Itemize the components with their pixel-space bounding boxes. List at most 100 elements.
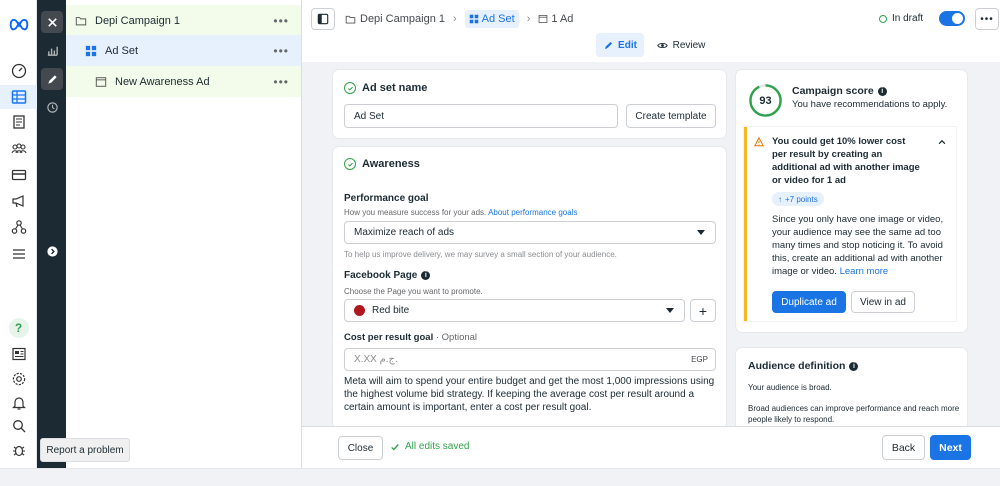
breadcrumb-ad[interactable]: 1 Ad [551, 13, 573, 25]
tree-campaign-label: Depi Campaign 1 [95, 14, 180, 27]
search-icon[interactable] [0, 414, 37, 438]
dropdown-caret-icon [666, 308, 674, 313]
view-in-ad-button[interactable]: View in ad [851, 291, 915, 313]
audiences-icon[interactable] [0, 137, 37, 161]
toggle-tree-button[interactable] [311, 8, 335, 30]
editor-content: Ad set name Ad Set Create template Aware… [302, 62, 1000, 426]
facebook-page-select[interactable]: Red bite [344, 299, 685, 322]
survey-note: To help us improve delivery, we may surv… [344, 250, 617, 259]
tab-review[interactable]: Review [654, 33, 708, 57]
audience-broad-text: Your audience is broad. [748, 383, 832, 392]
page-avatar [354, 305, 365, 316]
adset-name-header: Ad set name [344, 82, 427, 94]
billing-card-icon[interactable] [0, 163, 37, 187]
breadcrumb-adset[interactable]: Ad Set [464, 10, 519, 28]
adset-name-heading: Ad set name [362, 82, 428, 94]
back-button[interactable]: Back [882, 435, 925, 460]
draft-status-label: In draft [892, 13, 924, 24]
breadcrumb-chevron-icon: › [453, 13, 457, 25]
dropdown-caret-icon [697, 230, 705, 235]
points-label: +7 points [785, 194, 818, 204]
adset-name-card: Ad set name Ad Set Create template [333, 70, 726, 138]
pencil-icon [605, 41, 613, 49]
help-glyph: ? [8, 318, 29, 338]
points-arrow-icon: ↑ [778, 194, 782, 204]
tab-edit[interactable]: Edit [596, 33, 644, 57]
cost-goal-header: Cost per result goal · Optional [344, 332, 477, 343]
duplicate-ad-button[interactable]: Duplicate ad [772, 291, 846, 313]
campaign-more-options-icon[interactable]: ••• [273, 14, 289, 28]
save-status-label: All edits saved [405, 441, 470, 452]
publish-toggle[interactable] [939, 11, 965, 26]
create-template-button[interactable]: Create template [626, 104, 716, 128]
plus-icon: + [698, 302, 708, 319]
info-icon[interactable]: i [421, 271, 431, 280]
more-actions-button[interactable]: ••• [975, 8, 999, 30]
learn-more-link[interactable]: Learn more [840, 266, 889, 277]
folder-icon [74, 14, 88, 28]
cost-goal-optional: · Optional [435, 332, 478, 343]
about-performance-goals-link[interactable]: About performance goals [488, 208, 577, 217]
breadcrumb-campaign[interactable]: Depi Campaign 1 [360, 13, 445, 25]
bar-chart-icon [47, 46, 58, 56]
close-button[interactable]: Close [338, 436, 383, 460]
chevron-right-circle-icon [46, 245, 58, 257]
breadcrumb-adset-label: Ad Set [481, 13, 515, 25]
info-icon[interactable]: i [849, 361, 859, 371]
campaign-score-card: 93 Campaign score i You have recommendat… [736, 70, 967, 332]
tree-item-adset[interactable]: Ad Set ••• [66, 35, 301, 66]
draft-status: In draft [879, 13, 923, 24]
meta-logo-icon[interactable] [0, 12, 37, 36]
report-problem-tooltip: Report a problem [40, 438, 130, 462]
tree-item-campaign[interactable]: Depi Campaign 1 ••• [66, 5, 301, 36]
audience-title: Audience definition [748, 360, 846, 372]
add-page-button[interactable]: + [690, 299, 716, 322]
tree-adset-label: Ad Set [105, 44, 139, 57]
menu-hamburger-icon[interactable] [0, 242, 37, 266]
breadcrumb-chevron-icon: › [526, 13, 531, 25]
performance-goal-label: Performance goal [344, 193, 429, 204]
performance-goal-select[interactable]: Maximize reach of ads [344, 221, 716, 244]
audience-definition-card: Audience definition i Your audience is b… [736, 348, 967, 426]
news-icon[interactable] [0, 342, 37, 366]
warning-triangle-icon [754, 137, 764, 147]
recommendation-panel: You could get 10% lower cost per result … [744, 127, 956, 321]
score-title: Campaign score [792, 85, 874, 97]
ad-window-icon [539, 15, 548, 23]
adset-grid-icon [84, 44, 98, 58]
recommendation-body: Since you only have one image or video, … [772, 213, 952, 278]
performance-goal-help: How you measure success for your ads. Ab… [344, 208, 577, 217]
history-button[interactable] [41, 96, 63, 118]
score-subtitle: You have recommendations to apply. [792, 99, 948, 110]
clock-icon [46, 101, 58, 113]
edit-mode-button[interactable] [41, 68, 63, 90]
awareness-card: Awareness Performance goal How you measu… [333, 147, 726, 426]
adset-more-options-icon[interactable]: ••• [273, 44, 289, 58]
business-settings-icon[interactable] [0, 215, 37, 239]
ads-manager-table-icon[interactable] [0, 85, 37, 109]
notifications-bell-icon[interactable] [0, 391, 37, 415]
bug-report-icon[interactable] [0, 438, 37, 462]
pages-icon[interactable] [0, 110, 37, 134]
adset-name-input[interactable]: Ad Set [344, 104, 618, 128]
ad-more-options-icon[interactable]: ••• [273, 75, 289, 89]
cost-goal-label: Cost per result goal [344, 332, 434, 343]
info-icon[interactable]: i [877, 86, 887, 96]
campaign-megaphone-icon[interactable] [0, 189, 37, 213]
checkmark-icon [391, 443, 399, 450]
audience-description: Broad audiences can improve performance … [748, 404, 960, 424]
editor-footer: Close All edits saved Back Next [302, 426, 1000, 468]
cost-per-result-input[interactable]: X.XX ج.م. EGP [344, 348, 716, 371]
reporting-chart-button[interactable] [41, 39, 63, 61]
page-bottom-strip [0, 468, 1000, 486]
expand-panel-button[interactable] [41, 240, 63, 262]
next-button[interactable]: Next [930, 435, 971, 460]
currency-label: EGP [691, 355, 708, 364]
tree-item-ad[interactable]: New Awareness Ad ••• [66, 66, 301, 97]
settings-gear-icon[interactable] [0, 367, 37, 391]
close-editor-button[interactable] [41, 11, 63, 33]
help-icon[interactable]: ? [0, 316, 37, 340]
save-status: All edits saved [390, 441, 469, 452]
dashboard-gauge-icon[interactable] [0, 59, 37, 83]
chevron-up-icon[interactable] [937, 137, 947, 147]
